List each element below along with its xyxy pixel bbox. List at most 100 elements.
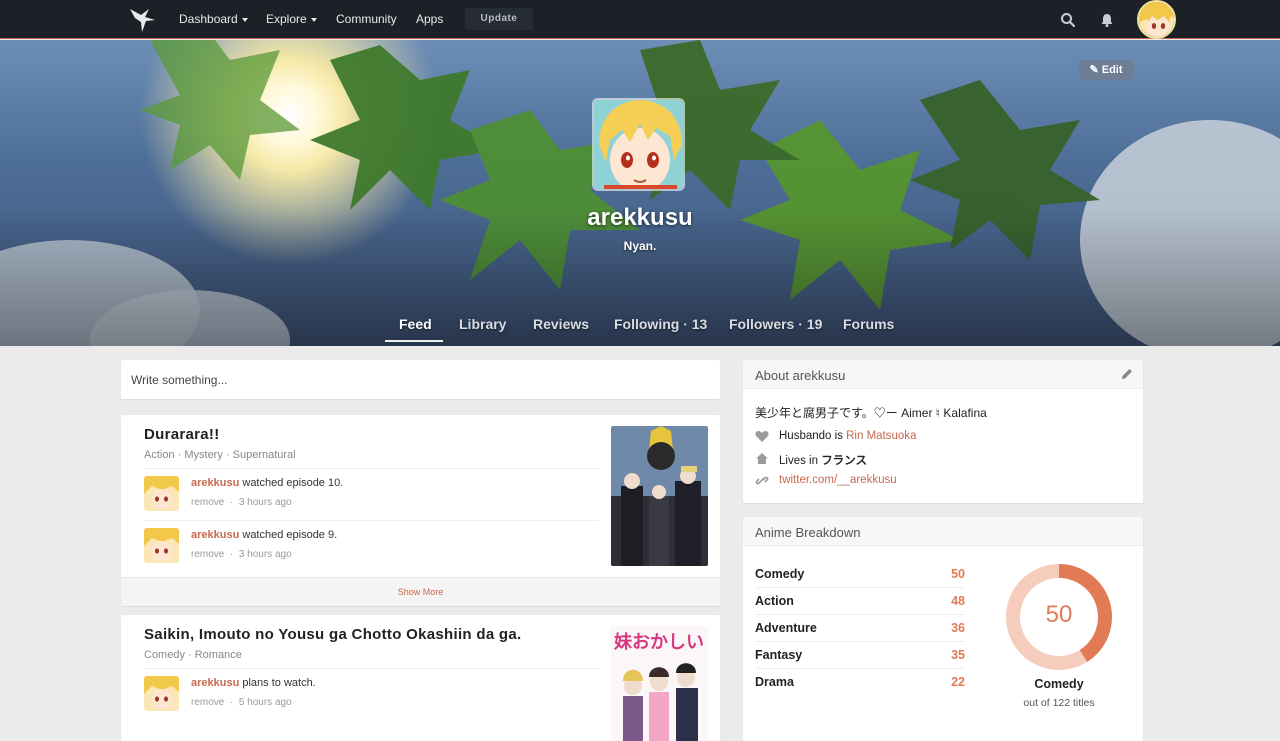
activity-meta: remove · 3 hours ago: [191, 497, 292, 508]
link-icon: [755, 476, 769, 485]
about-tagline: 美少年と腐男子です。♡ー Aimer ♮ Kalafina: [755, 406, 987, 420]
genre-row[interactable]: Action 48: [755, 588, 965, 615]
user-avatar[interactable]: [1137, 0, 1176, 39]
donut-value: 50: [1045, 601, 1073, 628]
svg-text:妹おかしい: 妹おかしい: [613, 632, 704, 653]
tab-forums[interactable]: Forums: [843, 316, 894, 332]
heart-icon: [755, 431, 769, 442]
activity-user-link[interactable]: arekkusu: [191, 477, 239, 489]
activity-avatar[interactable]: [144, 476, 179, 511]
genre-count: 36: [951, 621, 965, 635]
chevron-down-icon: [310, 17, 317, 22]
activity-action: watched episode 9.: [239, 529, 338, 541]
donut-total: out of 122 titles: [1023, 697, 1095, 709]
activity-item: arekkusu plans to watch. remove · 5 hour…: [144, 668, 599, 714]
activity-user-link[interactable]: arekkusu: [191, 677, 239, 689]
chevron-down-icon: [241, 17, 248, 22]
breakdown-title: Anime Breakdown: [755, 525, 861, 540]
write-post-input[interactable]: Write something...: [121, 360, 720, 399]
nav-community[interactable]: Community: [336, 12, 397, 26]
activity-text: arekkusu plans to watch.: [191, 677, 316, 689]
anime-genres: Comedy · Romance: [144, 649, 242, 661]
nav-explore-label: Explore: [266, 12, 307, 26]
activity-text: arekkusu watched episode 9.: [191, 529, 337, 541]
show-more-button[interactable]: Show More: [121, 577, 720, 606]
activity-meta: remove · 3 hours ago: [191, 549, 292, 560]
activity-time: 3 hours ago: [238, 549, 292, 560]
edit-cover-label: Edit: [1101, 64, 1123, 76]
genre-row[interactable]: Comedy 50: [755, 561, 965, 588]
activity-time: 5 hours ago: [238, 697, 292, 708]
nav-explore[interactable]: Explore: [266, 12, 317, 26]
tab-library[interactable]: Library: [459, 316, 506, 332]
pencil-icon: ✎: [1089, 64, 1099, 76]
location-value: フランス: [821, 455, 867, 467]
anime-breakdown-panel: Anime Breakdown Comedy 50 Action 48 Adve…: [743, 517, 1143, 741]
about-title: About arekkusu: [755, 368, 846, 383]
profile-avatar[interactable]: [592, 98, 685, 191]
activity-time: 3 hours ago: [238, 497, 292, 508]
activity-avatar[interactable]: [144, 676, 179, 711]
genre-row[interactable]: Fantasy 35: [755, 642, 965, 669]
anime-poster[interactable]: 妹おかしい: [611, 626, 708, 741]
activity-action: plans to watch.: [239, 677, 316, 689]
genre-label: Action: [755, 594, 794, 608]
breakdown-header: Anime Breakdown: [743, 517, 1143, 546]
donut-genre: Comedy: [1034, 677, 1084, 691]
anime-title[interactable]: Saikin, Imouto no Yousu ga Chotto Okashi…: [144, 626, 522, 643]
active-tab-indicator: [385, 340, 443, 342]
nav-apps[interactable]: Apps: [416, 12, 443, 26]
search-icon[interactable]: [1060, 12, 1076, 28]
hummingbird-logo[interactable]: [127, 3, 159, 35]
feed-card: Durarara!! Action · Mystery · Supernatur…: [121, 415, 720, 606]
activity-item: arekkusu watched episode 10. remove · 3 …: [144, 468, 599, 514]
tab-following[interactable]: Following · 13: [614, 316, 707, 332]
tab-reviews[interactable]: Reviews: [533, 316, 589, 332]
top-navbar: Dashboard Explore Community Apps Update: [0, 0, 1280, 39]
genre-label: Comedy: [755, 567, 805, 581]
genre-row[interactable]: Drama 22: [755, 669, 965, 696]
nav-dashboard[interactable]: Dashboard: [179, 12, 248, 26]
genre-label: Drama: [755, 675, 794, 689]
about-header: About arekkusu: [743, 360, 1143, 389]
remove-link[interactable]: remove: [191, 549, 224, 560]
husbando-link[interactable]: Rin Matsuoka: [846, 430, 916, 442]
about-panel: About arekkusu 美少年と腐男子です。♡ー Aimer ♮ Kala…: [743, 360, 1143, 503]
nav-dashboard-label: Dashboard: [179, 12, 238, 26]
genre-count: 35: [951, 648, 965, 662]
anime-poster[interactable]: [611, 426, 708, 566]
anime-genres: Action · Mystery · Supernatural: [144, 449, 296, 461]
write-post-placeholder: Write something...: [131, 373, 228, 387]
activity-item: arekkusu watched episode 9. remove · 3 h…: [144, 520, 599, 566]
tab-feed[interactable]: Feed: [399, 316, 432, 332]
pencil-icon[interactable]: [1121, 368, 1133, 380]
feed-card: Saikin, Imouto no Yousu ga Chotto Okashi…: [121, 615, 720, 741]
update-button[interactable]: Update: [465, 8, 533, 30]
activity-text: arekkusu watched episode 10.: [191, 477, 343, 489]
profile-bio: Nyan.: [623, 239, 657, 253]
activity-user-link[interactable]: arekkusu: [191, 529, 239, 541]
genre-label: Fantasy: [755, 648, 803, 662]
genre-count: 22: [951, 675, 965, 689]
activity-avatar[interactable]: [144, 528, 179, 563]
genre-label: Adventure: [755, 621, 817, 635]
edit-cover-button[interactable]: ✎ Edit: [1079, 60, 1133, 80]
profile-cover: ✎ Edit arekkusu Nyan. Feed Library Revie…: [0, 40, 1280, 346]
tab-followers[interactable]: Followers · 19: [729, 316, 822, 332]
anime-title[interactable]: Durarara!!: [144, 426, 220, 443]
profile-username: arekkusu: [587, 204, 693, 231]
genre-count: 50: [951, 567, 965, 581]
activity-action: watched episode 10.: [239, 477, 344, 489]
home-icon: [756, 453, 768, 464]
location-prefix: Lives in: [779, 455, 822, 467]
activity-meta: remove · 5 hours ago: [191, 697, 292, 708]
profile-tabs: Feed Library Reviews Following · 13 Foll…: [0, 316, 1280, 344]
remove-link[interactable]: remove: [191, 697, 224, 708]
bell-icon[interactable]: [1099, 12, 1115, 28]
website-link[interactable]: twitter.com/__arekkusu: [779, 474, 897, 486]
remove-link[interactable]: remove: [191, 497, 224, 508]
genre-count: 48: [951, 594, 965, 608]
genre-row[interactable]: Adventure 36: [755, 615, 965, 642]
cover-shade: [0, 40, 1280, 346]
husbando-prefix: Husbando is: [779, 430, 847, 442]
